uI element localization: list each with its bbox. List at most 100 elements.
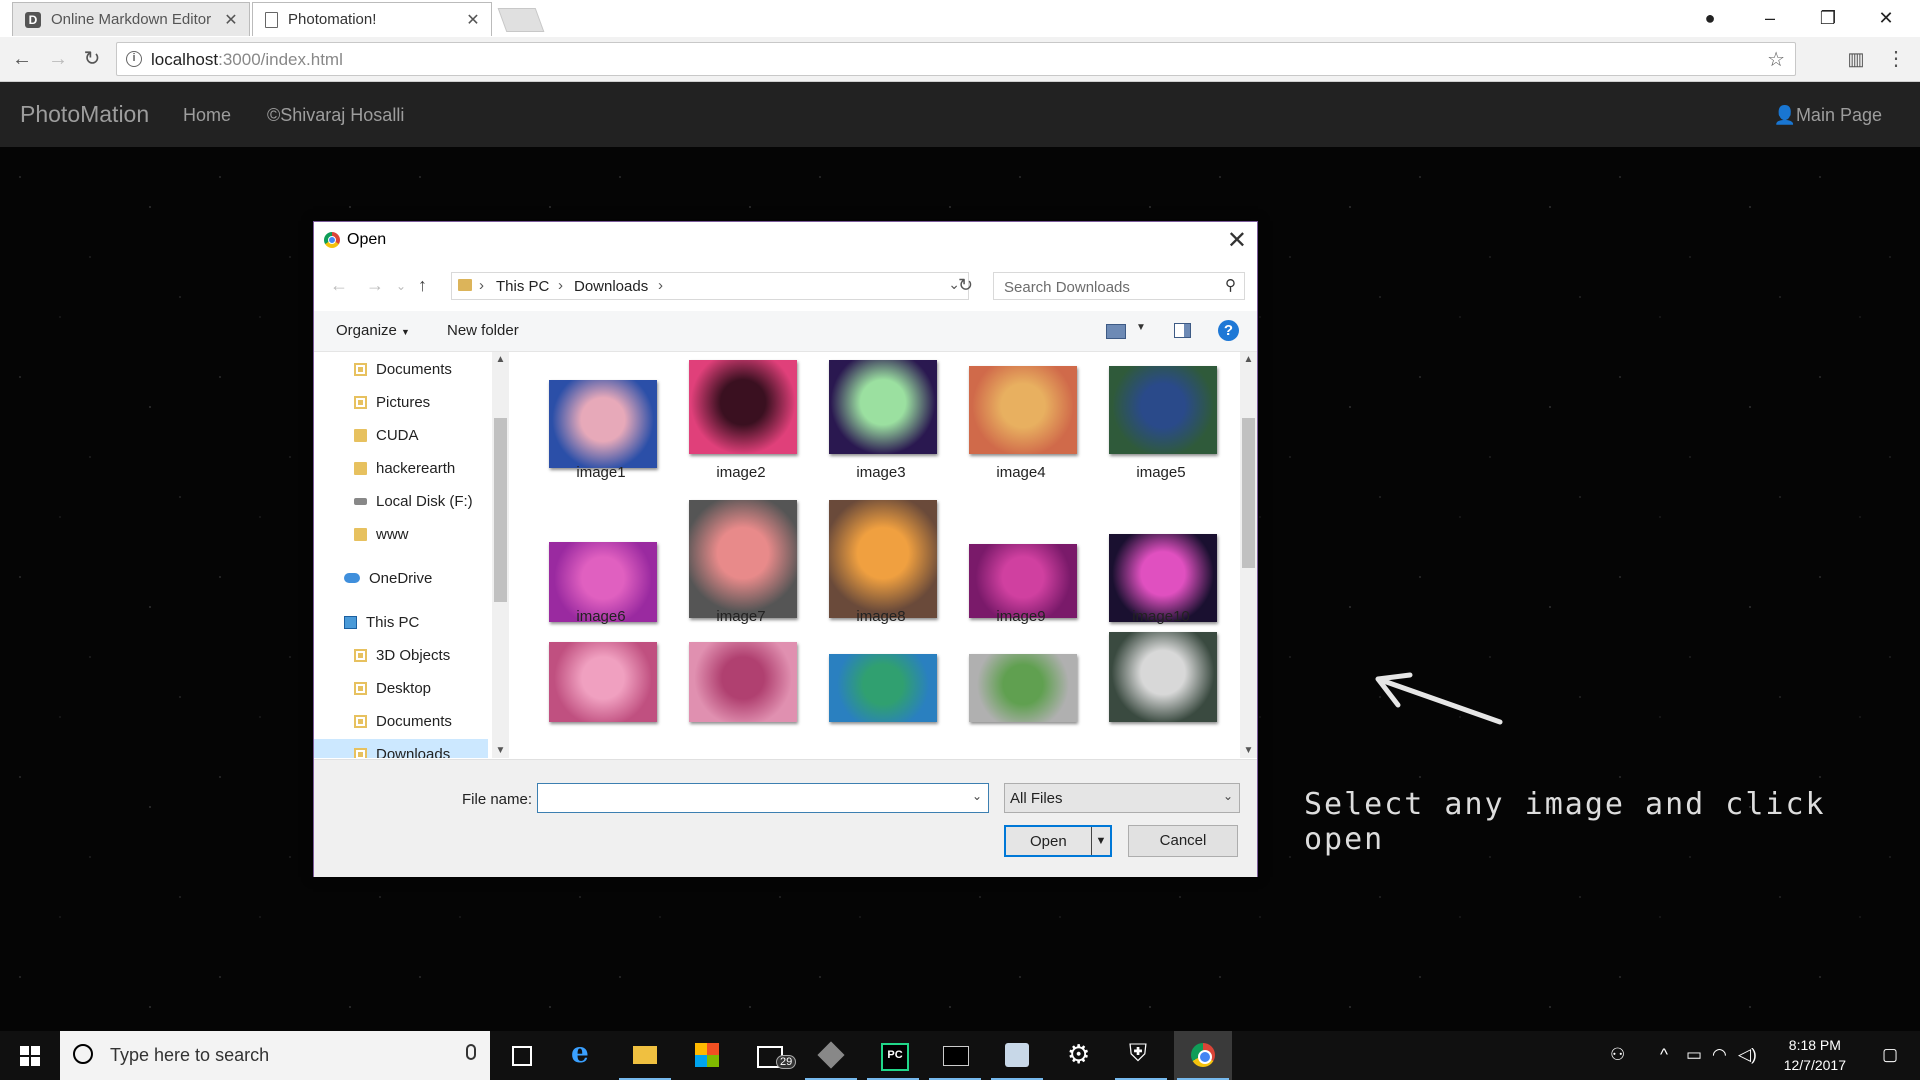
image-thumbnail[interactable] bbox=[549, 642, 657, 722]
tab-online-markdown-editor[interactable]: D Online Markdown Editor ✕ bbox=[12, 2, 250, 36]
file-tile[interactable]: image2 bbox=[685, 352, 797, 487]
file-tile[interactable] bbox=[545, 622, 657, 757]
clock[interactable]: 8:18 PM 12/7/2017 bbox=[1784, 1035, 1846, 1075]
image-thumbnail[interactable] bbox=[829, 500, 937, 618]
open-options-caret-icon[interactable]: ▼ bbox=[1091, 827, 1110, 855]
nav-item[interactable]: This PC bbox=[344, 607, 510, 637]
scroll-down-icon[interactable]: ▼ bbox=[492, 745, 509, 756]
file-tile[interactable] bbox=[825, 622, 937, 757]
profile-icon[interactable]: ● bbox=[1682, 4, 1738, 32]
help-icon[interactable]: ? bbox=[1218, 320, 1239, 341]
task-view-icon[interactable] bbox=[492, 1031, 550, 1080]
view-options-caret-icon[interactable]: ▼ bbox=[1136, 322, 1146, 333]
command-prompt-icon[interactable] bbox=[926, 1031, 984, 1080]
mail-icon[interactable]: 29 bbox=[740, 1031, 798, 1080]
file-tile[interactable] bbox=[965, 622, 1077, 757]
nav-item[interactable]: www bbox=[354, 519, 510, 549]
nav-item[interactable]: OneDrive bbox=[344, 563, 510, 593]
file-tile[interactable]: image5 bbox=[1105, 352, 1217, 487]
file-name-input[interactable] bbox=[542, 787, 966, 811]
close-window-button[interactable]: ✕ bbox=[1858, 4, 1914, 32]
restore-button[interactable]: ❐ bbox=[1800, 4, 1856, 32]
brand-link[interactable]: PhotoMation bbox=[20, 101, 149, 128]
nav-home-link[interactable]: Home bbox=[183, 105, 231, 126]
file-tile[interactable] bbox=[1105, 622, 1217, 757]
new-folder-button[interactable]: New folder bbox=[447, 322, 519, 339]
tab-photomation[interactable]: Photomation! ✕ bbox=[252, 2, 492, 36]
cancel-button[interactable]: Cancel bbox=[1128, 825, 1238, 857]
image-thumbnail[interactable] bbox=[829, 360, 937, 454]
bookmark-star-icon[interactable]: ☆ bbox=[1767, 47, 1785, 72]
file-tile[interactable]: image6 bbox=[545, 492, 657, 627]
image-thumbnail[interactable] bbox=[1109, 632, 1217, 722]
people-icon[interactable]: ⚇ bbox=[1610, 1045, 1625, 1065]
file-tile[interactable]: image3 bbox=[825, 352, 937, 487]
virtualbox-icon[interactable] bbox=[802, 1031, 860, 1080]
file-type-select[interactable]: All Files ⌄ bbox=[1004, 783, 1240, 813]
close-tab-icon[interactable]: ✕ bbox=[463, 10, 483, 30]
back-arrow-icon[interactable]: ← bbox=[330, 275, 348, 296]
search-input[interactable] bbox=[1002, 278, 1206, 297]
battery-icon[interactable]: ▭ bbox=[1686, 1045, 1702, 1065]
image-thumbnail[interactable] bbox=[969, 544, 1077, 618]
open-button[interactable]: Open ▼ bbox=[1004, 825, 1112, 857]
dialog-close-icon[interactable]: ✕ bbox=[1227, 226, 1247, 255]
url-text[interactable]: localhost:3000/index.html bbox=[151, 50, 343, 70]
file-name-field[interactable]: ⌄ bbox=[537, 783, 989, 813]
file-tile[interactable]: image10 bbox=[1105, 492, 1217, 627]
minimize-button[interactable]: – bbox=[1742, 4, 1798, 32]
refresh-icon[interactable]: ↻ bbox=[958, 275, 973, 296]
nav-item[interactable]: Documents bbox=[354, 706, 510, 736]
preview-pane-icon[interactable] bbox=[1174, 323, 1191, 338]
scroll-up-icon[interactable]: ▲ bbox=[492, 354, 509, 365]
image-thumbnail[interactable] bbox=[689, 500, 797, 618]
network-app-icon[interactable] bbox=[988, 1031, 1046, 1080]
nav-item[interactable]: CUDA bbox=[354, 420, 510, 450]
windows-defender-icon[interactable]: ⛨ bbox=[1112, 1031, 1170, 1080]
file-explorer-icon[interactable] bbox=[616, 1031, 674, 1080]
forward-arrow-icon[interactable]: → bbox=[44, 45, 72, 73]
file-list-scrollbar[interactable]: ▲ ▼ bbox=[1240, 352, 1257, 758]
volume-icon[interactable]: ◁) bbox=[1738, 1045, 1757, 1065]
nav-item[interactable]: 3D Objects bbox=[354, 640, 510, 670]
chrome-taskbar-icon[interactable] bbox=[1174, 1031, 1232, 1080]
scrollbar-thumb[interactable] bbox=[1242, 418, 1255, 568]
chevron-up-icon[interactable]: ^ bbox=[1660, 1045, 1668, 1065]
search-icon[interactable]: ⚲ bbox=[1225, 276, 1236, 294]
wifi-icon[interactable]: ◠ bbox=[1712, 1045, 1727, 1065]
file-tile[interactable]: image9 bbox=[965, 492, 1077, 627]
nav-item[interactable]: hackerearth bbox=[354, 453, 510, 483]
menu-kebab-icon[interactable]: ⋮ bbox=[1882, 45, 1910, 73]
image-thumbnail[interactable] bbox=[549, 380, 657, 468]
image-thumbnail[interactable] bbox=[829, 654, 937, 722]
breadcrumb-downloads[interactable]: Downloads bbox=[574, 278, 648, 295]
search-downloads-field[interactable]: ⚲ bbox=[993, 272, 1245, 300]
nav-item[interactable]: Local Disk (F:) bbox=[354, 486, 510, 516]
file-tile[interactable]: image8 bbox=[825, 492, 937, 627]
nav-item[interactable]: Documents📌 bbox=[354, 354, 510, 384]
back-arrow-icon[interactable]: ← bbox=[8, 45, 36, 73]
image-thumbnail[interactable] bbox=[969, 366, 1077, 454]
taskbar-search[interactable]: Type here to search bbox=[60, 1031, 490, 1080]
recent-locations-icon[interactable]: ⌄ bbox=[396, 279, 406, 293]
image-thumbnail[interactable] bbox=[689, 642, 797, 722]
image-thumbnail[interactable] bbox=[1109, 366, 1217, 454]
new-tab-button[interactable] bbox=[497, 8, 545, 32]
store-icon[interactable] bbox=[678, 1031, 736, 1080]
scroll-up-icon[interactable]: ▲ bbox=[1240, 354, 1257, 365]
action-center-icon[interactable]: ▢ bbox=[1882, 1045, 1898, 1065]
start-button[interactable] bbox=[0, 1031, 60, 1080]
omnibox[interactable]: i localhost:3000/index.html ☆ bbox=[116, 42, 1796, 76]
reading-list-icon[interactable]: ▥ bbox=[1842, 45, 1870, 73]
settings-gear-icon[interactable]: ⚙ bbox=[1050, 1031, 1108, 1080]
breadcrumb-this-pc[interactable]: This PC bbox=[496, 278, 549, 295]
nav-item[interactable]: Pictures📌 bbox=[354, 387, 510, 417]
file-tile[interactable]: image7 bbox=[685, 492, 797, 627]
file-tile[interactable]: image1 bbox=[545, 352, 657, 487]
reload-icon[interactable]: ↻ bbox=[78, 45, 106, 73]
edge-icon[interactable]: e bbox=[554, 1031, 612, 1080]
scroll-down-icon[interactable]: ▼ bbox=[1240, 745, 1257, 756]
navigation-scrollbar[interactable]: ▲ ▼ bbox=[492, 352, 509, 758]
close-tab-icon[interactable]: ✕ bbox=[221, 10, 241, 30]
site-info-icon[interactable]: i bbox=[126, 51, 142, 67]
